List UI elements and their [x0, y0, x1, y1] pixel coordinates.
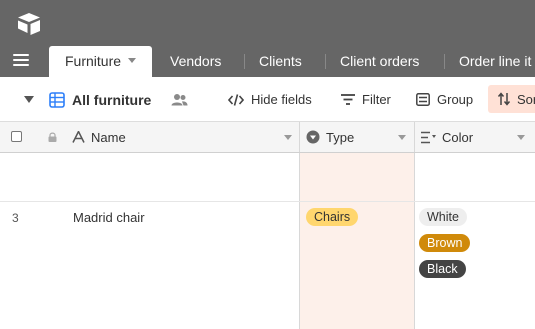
sort-label: Sort: [517, 91, 535, 107]
menu-icon[interactable]: [13, 54, 29, 68]
filter-button[interactable]: Filter: [341, 77, 391, 122]
tab-label: Vendors: [170, 53, 222, 69]
airtable-logo-icon[interactable]: [16, 11, 42, 35]
single-select-icon: [306, 130, 320, 144]
column-type-label: Type: [326, 129, 355, 145]
view-switcher[interactable]: All furniture: [49, 77, 151, 122]
app-top-bar: [0, 0, 535, 46]
sort-icon: [497, 92, 511, 106]
select-all-checkbox[interactable]: [11, 131, 22, 142]
chevron-down-icon[interactable]: [517, 135, 525, 140]
column-divider: [414, 122, 415, 152]
group-label: Group: [437, 92, 474, 107]
tab-client-orders[interactable]: Client orders: [326, 46, 433, 77]
tab-vendors[interactable]: Vendors: [156, 46, 235, 77]
tab-order-line-items[interactable]: Order line it: [445, 46, 535, 77]
column-header-color[interactable]: Color: [421, 122, 473, 152]
sort-button[interactable]: Sort: [488, 85, 535, 113]
grid-header-row: Name Type Color: [0, 122, 535, 153]
code-eye-off-icon: [228, 93, 244, 106]
tab-furniture[interactable]: Furniture: [49, 46, 153, 77]
color-tag-brown[interactable]: Brown: [419, 234, 471, 252]
column-divider: [414, 153, 415, 329]
tab-label: Order line it: [459, 53, 532, 69]
column-color-label: Color: [442, 129, 474, 145]
row-divider: [0, 201, 535, 202]
lock-icon: [48, 132, 57, 142]
hide-fields-label: Hide fields: [251, 92, 312, 107]
type-column-highlight: [300, 153, 414, 329]
group-button[interactable]: Group: [416, 77, 473, 122]
chevron-down-icon[interactable]: [128, 57, 137, 63]
tab-clients[interactable]: Clients: [245, 46, 316, 77]
tab-label: Client orders: [340, 53, 420, 69]
color-tag-black[interactable]: Black: [419, 260, 466, 278]
table-tab-bar: Furniture Vendors Clients Client orders …: [0, 46, 535, 77]
text-field-icon: [72, 131, 85, 143]
row-number: 3: [12, 211, 19, 225]
view-toolbar: All furniture Hide fields Filter Group S…: [0, 77, 535, 122]
tab-label: Clients: [259, 53, 302, 69]
collaborators-icon[interactable]: [171, 77, 195, 122]
grid-view-icon: [49, 91, 65, 108]
chevron-down-icon[interactable]: [284, 135, 292, 140]
chevron-down-icon[interactable]: [398, 135, 406, 140]
filter-icon: [341, 94, 355, 105]
view-name: All furniture: [72, 91, 152, 108]
record-name-cell[interactable]: Madrid chair: [73, 210, 145, 225]
column-divider: [299, 122, 300, 152]
column-header-name[interactable]: Name: [72, 122, 126, 152]
group-icon: [416, 93, 430, 106]
column-divider: [299, 153, 300, 329]
column-header-type[interactable]: Type: [306, 122, 354, 152]
view-menu-chevron-icon[interactable]: [24, 96, 34, 103]
people-icon: [171, 94, 188, 106]
filter-label: Filter: [362, 92, 391, 107]
tab-label: Furniture: [65, 53, 122, 69]
type-tag-chairs[interactable]: Chairs: [306, 208, 359, 226]
column-name-label: Name: [91, 129, 126, 145]
color-tag-white[interactable]: White: [419, 208, 467, 226]
multiple-select-icon: [421, 131, 436, 143]
hide-fields-button[interactable]: Hide fields: [228, 77, 312, 122]
